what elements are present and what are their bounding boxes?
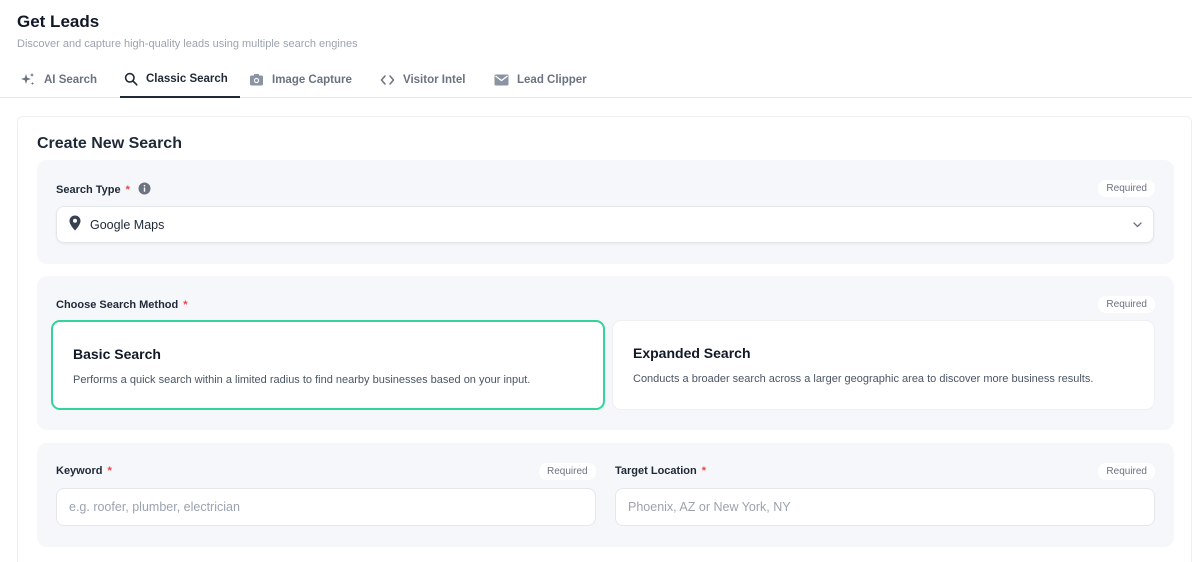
tab-image-capture[interactable]: Image Capture — [249, 62, 352, 98]
required-star: * — [107, 465, 112, 477]
code-icon — [380, 74, 395, 86]
basic-search-option[interactable]: Basic Search Performs a quick search wit… — [51, 320, 605, 410]
page-subtitle: Discover and capture high-quality leads … — [17, 38, 358, 50]
search-type-select[interactable]: Google Maps — [56, 206, 1154, 243]
camera-icon — [249, 73, 264, 87]
tab-classic-search[interactable]: Classic Search — [120, 62, 240, 98]
required-badge: Required — [1098, 180, 1155, 197]
search-type-label: Search Type * — [56, 182, 151, 198]
info-icon[interactable] — [138, 182, 151, 198]
keyword-label: Keyword * — [56, 465, 112, 477]
map-pin-icon — [69, 215, 81, 234]
required-star: * — [701, 465, 706, 477]
required-star: * — [125, 184, 130, 196]
required-badge: Required — [1098, 296, 1155, 313]
page-title: Get Leads — [17, 12, 100, 31]
target-location-label: Target Location * — [615, 465, 706, 477]
tab-label: Image Capture — [272, 74, 352, 86]
expanded-search-option[interactable]: Expanded Search Conducts a broader searc… — [612, 320, 1155, 410]
required-badge: Required — [539, 463, 596, 480]
tab-label: AI Search — [44, 74, 98, 86]
keyword-location-section: Keyword * Required Target Location * Req… — [37, 443, 1174, 547]
search-type-value: Google Maps — [90, 217, 165, 232]
required-star: * — [183, 299, 188, 311]
tab-label: Visitor Intel — [403, 74, 466, 86]
tab-visitor-intel[interactable]: Visitor Intel — [380, 62, 465, 98]
card-title: Create New Search — [37, 135, 182, 152]
option-description: Performs a quick search within a limited… — [73, 374, 531, 386]
option-title: Basic Search — [73, 346, 161, 362]
mail-icon — [494, 74, 509, 86]
search-type-section: Search Type * Required Google Maps — [37, 160, 1174, 264]
create-search-card: Create New Search Search Type * Required… — [17, 116, 1192, 562]
target-location-input[interactable] — [615, 488, 1155, 526]
option-description: Conducts a broader search across a large… — [633, 373, 1094, 385]
search-icon — [124, 72, 138, 86]
tab-label: Lead Clipper — [517, 74, 587, 86]
tab-lead-clipper[interactable]: Lead Clipper — [494, 62, 587, 98]
page-header: Get Leads Discover and capture high-qual… — [17, 12, 358, 50]
sparkles-icon — [20, 72, 36, 88]
required-badge: Required — [1098, 463, 1155, 480]
tab-bar: AI Search Classic Search Image Capture V… — [0, 62, 1192, 98]
keyword-input[interactable] — [56, 488, 596, 526]
chevron-down-icon — [1132, 219, 1143, 233]
search-method-label: Choose Search Method * — [56, 299, 188, 311]
search-method-section: Choose Search Method * Required Basic Se… — [37, 276, 1174, 430]
tab-ai-search[interactable]: AI Search — [20, 62, 97, 98]
tab-label: Classic Search — [146, 73, 228, 85]
option-title: Expanded Search — [633, 345, 751, 361]
